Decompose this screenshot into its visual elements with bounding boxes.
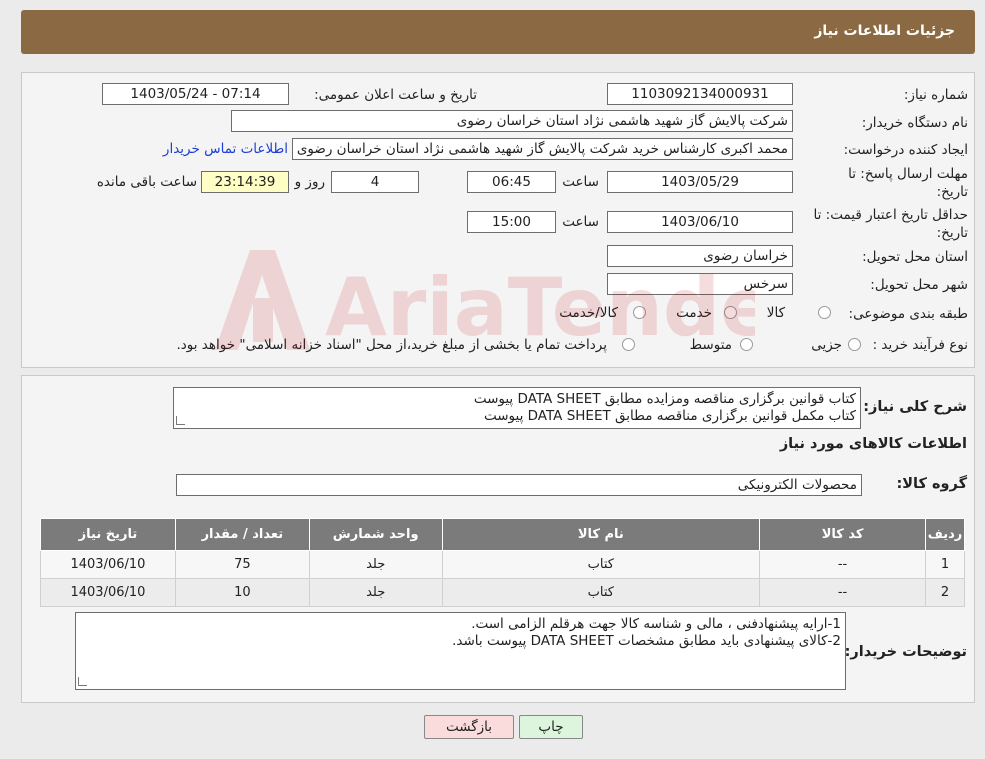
process-note: پرداخت تمام یا بخشی از مبلغ خرید،از محل … [176, 337, 607, 353]
creator-field[interactable]: محمد اکبری کارشناس خرید شرکت پالایش گاز … [292, 138, 793, 160]
city-field[interactable]: سرخس [607, 273, 793, 295]
validity-time-label: ساعت [562, 214, 599, 230]
category-service-radio[interactable] [724, 306, 737, 319]
page-header: جزئیات اطلاعات نیاز [21, 10, 975, 54]
process-minor-label: جزیی [811, 337, 842, 353]
buyer-notes-line-1: 1-ارایه پیشنهادفنی ، مالی و شناسه کالا ج… [471, 616, 841, 632]
process-label: نوع فرآیند خرید : [872, 337, 968, 353]
deadline-label-line2: تاریخ: [936, 184, 968, 200]
remaining-time-field: 23:14:39 [201, 171, 289, 193]
cell-item-code: -- [759, 550, 927, 579]
goods-group-field[interactable]: محصولات الکترونیکی [176, 474, 862, 496]
back-button[interactable]: بازگشت [424, 715, 514, 739]
cell-item-code: -- [759, 578, 927, 607]
page-title: جزئیات اطلاعات نیاز [814, 23, 955, 39]
city-label: شهر محل تحویل: [870, 277, 968, 293]
deadline-label-line1: مهلت ارسال پاسخ: تا [848, 166, 968, 182]
cell-row-number: 1 [925, 550, 965, 579]
cell-quantity: 10 [174, 578, 310, 607]
process-medium-label: متوسط [689, 337, 732, 353]
summary-line-2: کتاب مکمل قوانین برگزاری مناقصه مطابق DA… [483, 408, 856, 424]
announce-field[interactable]: 1403/05/24 - 07:14 [102, 83, 289, 105]
buyer-org-field[interactable]: شرکت پالایش گاز شهید هاشمی نژاد استان خر… [231, 110, 793, 132]
category-label: طبقه بندی موضوعی: [848, 306, 968, 322]
table-header-row: ردیف کد کالا نام کالا واحد شمارش تعداد /… [40, 518, 965, 551]
items-table: ردیف کد کالا نام کالا واحد شمارش تعداد /… [40, 518, 965, 607]
province-field[interactable]: خراسان رضوی [607, 245, 793, 267]
creator-label: ایجاد کننده درخواست: [843, 142, 968, 158]
print-button[interactable]: چاپ [519, 715, 583, 739]
cell-item-name: کتاب [441, 578, 761, 607]
province-label: استان محل تحویل: [862, 249, 968, 265]
contact-buyer-link[interactable]: اطلاعات تماس خریدار [163, 141, 288, 157]
buyer-notes-label: توضیحات خریدار: [844, 644, 967, 660]
col-item-name: نام کالا [441, 518, 761, 551]
cell-row-number: 2 [925, 578, 965, 607]
buyer-notes-textarea[interactable]: 1-ارایه پیشنهادفنی ، مالی و شناسه کالا ج… [75, 612, 846, 690]
announce-label: تاریخ و ساعت اعلان عمومی: [314, 87, 477, 103]
goods-group-label: گروه کالا: [896, 476, 967, 492]
col-unit: واحد شمارش [308, 518, 443, 551]
cell-quantity: 75 [174, 550, 310, 579]
category-goods-radio[interactable] [818, 306, 831, 319]
table-row[interactable]: 1 -- کتاب جلد 75 1403/06/10 [40, 550, 965, 579]
remaining-label: ساعت باقی مانده [96, 174, 197, 190]
goods-info-title: اطلاعات کالاهای مورد نیاز [779, 436, 967, 452]
cell-unit: جلد [308, 578, 443, 607]
buyer-org-label: نام دستگاه خریدار: [861, 115, 968, 131]
col-row-number: ردیف [925, 518, 965, 551]
category-goods-service-label: کالا/خدمت [559, 305, 618, 321]
process-medium-radio[interactable] [740, 338, 753, 351]
validity-time-field[interactable]: 15:00 [467, 211, 556, 233]
deadline-date-field[interactable]: 1403/05/29 [607, 171, 793, 193]
table-row[interactable]: 2 -- کتاب جلد 10 1403/06/10 [40, 578, 965, 607]
summary-line-1: کتاب قوانین برگزاری مناقصه ومزایده مطابق… [473, 391, 856, 407]
process-treasury-radio[interactable] [622, 338, 635, 351]
col-need-date: تاریخ نیاز [40, 518, 176, 551]
days-label: روز و [294, 174, 325, 190]
cell-unit: جلد [308, 550, 443, 579]
need-number-field[interactable]: 1103092134000931 [607, 83, 793, 105]
deadline-time-label: ساعت [562, 174, 599, 190]
buyer-notes-line-2: 2-کالای پیشنهادی باید مطابق مشخصات DATA … [452, 633, 841, 649]
category-service-label: خدمت [676, 305, 712, 321]
col-quantity: تعداد / مقدار [174, 518, 310, 551]
days-field[interactable]: 4 [331, 171, 419, 193]
validity-label-line2: تاریخ: [936, 225, 968, 241]
process-minor-radio[interactable] [848, 338, 861, 351]
resize-grip-icon[interactable] [78, 677, 87, 686]
col-item-code: کد کالا [759, 518, 927, 551]
summary-textarea[interactable]: کتاب قوانین برگزاری مناقصه ومزایده مطابق… [173, 387, 861, 429]
validity-label-line1: حداقل تاریخ اعتبار قیمت: تا [813, 207, 968, 223]
resize-grip-icon[interactable] [176, 416, 185, 425]
need-number-label: شماره نیاز: [903, 87, 968, 103]
cell-item-name: کتاب [441, 550, 761, 579]
category-goods-service-radio[interactable] [633, 306, 646, 319]
validity-date-field[interactable]: 1403/06/10 [607, 211, 793, 233]
cell-need-date: 1403/06/10 [40, 578, 176, 607]
summary-label: شرح کلی نیاز: [863, 399, 967, 415]
deadline-time-field[interactable]: 06:45 [467, 171, 556, 193]
cell-need-date: 1403/06/10 [40, 550, 176, 579]
category-goods-label: کالا [766, 305, 785, 321]
